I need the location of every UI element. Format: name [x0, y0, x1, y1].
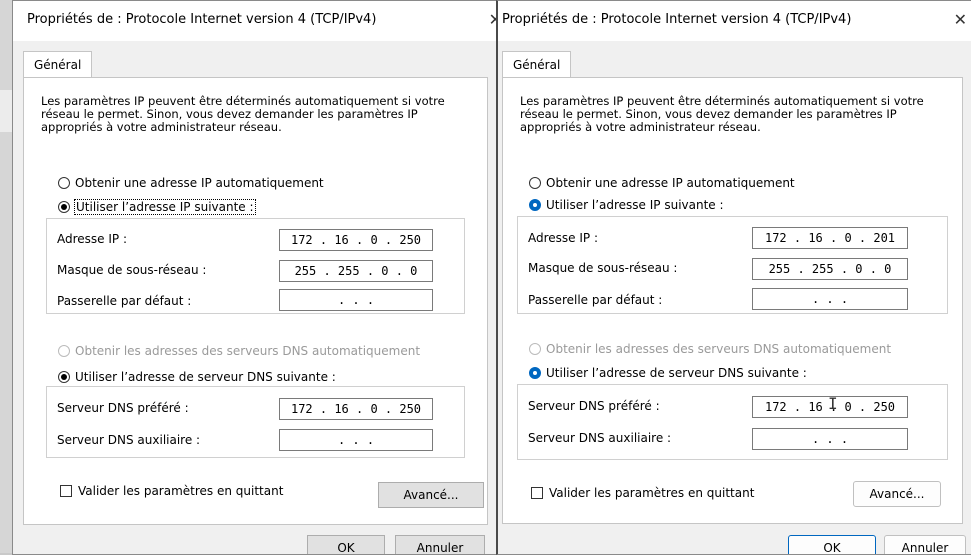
dns-auxiliary-label: Serveur DNS auxiliaire : [57, 433, 201, 447]
gateway-input[interactable]: . . . [752, 288, 908, 310]
ip-address-row: Adresse IP : 172 . 16 . 0 . 250 [57, 226, 454, 252]
ip-settings-group: Adresse IP : 172 . 16 . 0 . 201 Masque d… [517, 216, 948, 314]
validate-label: Valider les paramètres en quittant [78, 484, 284, 498]
radio-dns-auto[interactable]: Obtenir les adresses des serveurs DNS au… [529, 342, 891, 356]
gateway-row: Passerelle par défaut : . . . [57, 288, 454, 314]
radio-button[interactable] [58, 177, 70, 189]
dns-preferred-row: Serveur DNS préféré : 172 . 16 . 0 . 250 [528, 393, 937, 419]
dns-settings-group: Serveur DNS préféré : 172 . 16 . 0 . 250… [517, 384, 948, 460]
radio-dns-manual[interactable]: Utiliser l’adresse de serveur DNS suivan… [529, 366, 807, 380]
radio-button[interactable] [529, 177, 541, 189]
validate-label: Valider les paramètres en quittant [549, 486, 755, 500]
dns-auxiliary-row: Serveur DNS auxiliaire : . . . [528, 425, 937, 451]
advanced-button[interactable]: Avancé... [853, 481, 941, 507]
radio-dns-manual[interactable]: Utiliser l’adresse de serveur DNS suivan… [58, 370, 336, 384]
subnet-mask-input[interactable]: 255 . 255 . 0 . 0 [752, 258, 908, 280]
intro-text: Les paramètres IP peuvent être déterminé… [520, 94, 924, 134]
dns-auxiliary-input[interactable]: . . . [752, 428, 908, 450]
gateway-label: Passerelle par défaut : [528, 293, 663, 307]
ip-address-input[interactable]: 172 . 16 . 0 . 250 [279, 229, 433, 251]
subnet-mask-row: Masque de sous-réseau : 255 . 255 . 0 . … [528, 255, 937, 281]
radio-button-selected[interactable] [529, 199, 541, 211]
subnet-mask-input[interactable]: 255 . 255 . 0 . 0 [279, 260, 433, 282]
subnet-mask-label: Masque de sous-réseau : [528, 261, 678, 275]
title-bar: Propriétés de : Protocole Internet versi… [498, 1, 971, 41]
subnet-mask-row: Masque de sous-réseau : 255 . 255 . 0 . … [57, 257, 454, 283]
radio-ip-manual-label: Utiliser l’adresse IP suivante : [74, 199, 256, 215]
radio-ip-manual[interactable]: Utiliser l’adresse IP suivante : [529, 198, 724, 212]
validate-checkbox[interactable] [531, 487, 543, 499]
radio-dns-manual-label: Utiliser l’adresse de serveur DNS suivan… [75, 370, 336, 384]
dns-auxiliary-input[interactable]: . . . [279, 429, 433, 451]
ok-button[interactable]: OK [307, 535, 385, 554]
radio-ip-auto[interactable]: Obtenir une adresse IP automatiquement [58, 176, 324, 190]
radio-button-selected[interactable] [58, 201, 70, 213]
tab-general[interactable]: Général [23, 51, 93, 78]
ip-address-label: Adresse IP : [528, 231, 599, 245]
ipv4-properties-dialog-right: Propriétés de : Protocole Internet versi… [496, 0, 971, 555]
radio-ip-auto[interactable]: Obtenir une adresse IP automatiquement [529, 176, 795, 190]
close-icon[interactable]: ✕ [954, 10, 967, 29]
gateway-label: Passerelle par défaut : [57, 294, 192, 308]
tab-general[interactable]: Général [502, 51, 572, 78]
radio-button-selected[interactable] [58, 371, 70, 383]
dns-auxiliary-row: Serveur DNS auxiliaire : . . . [57, 427, 454, 453]
intro-text: Les paramètres IP peuvent être déterminé… [41, 94, 445, 134]
gateway-input[interactable]: . . . [279, 289, 433, 311]
ip-settings-group: Adresse IP : 172 . 16 . 0 . 250 Masque d… [46, 218, 465, 314]
validate-settings-checkbox-row[interactable]: Valider les paramètres en quittant [531, 486, 754, 500]
ip-address-row: Adresse IP : 172 . 16 . 0 . 201 [528, 225, 937, 251]
cancel-button[interactable]: Annuler [395, 535, 485, 554]
ip-address-input[interactable]: 172 . 16 . 0 . 201 [752, 227, 908, 249]
dialog-title: Propriétés de : Protocole Internet versi… [27, 12, 377, 27]
radio-button-disabled[interactable] [529, 343, 541, 355]
advanced-button[interactable]: Avancé... [378, 482, 484, 508]
radio-dns-manual-label: Utiliser l’adresse de serveur DNS suivan… [546, 366, 807, 380]
dns-settings-group: Serveur DNS préféré : 172 . 16 . 0 . 250… [46, 386, 465, 458]
dns-preferred-label: Serveur DNS préféré : [57, 401, 189, 415]
subnet-mask-label: Masque de sous-réseau : [57, 263, 207, 277]
radio-ip-auto-label: Obtenir une adresse IP automatiquement [546, 176, 795, 190]
gateway-row: Passerelle par défaut : . . . [528, 287, 937, 313]
dns-preferred-label: Serveur DNS préféré : [528, 399, 660, 413]
radio-dns-auto[interactable]: Obtenir les adresses des serveurs DNS au… [58, 344, 420, 358]
radio-dns-auto-label: Obtenir les adresses des serveurs DNS au… [75, 344, 421, 358]
cancel-button[interactable]: Annuler [884, 535, 966, 554]
validate-settings-checkbox-row[interactable]: Valider les paramètres en quittant [60, 484, 283, 498]
radio-button-selected[interactable] [529, 367, 541, 379]
general-panel: Les paramètres IP peuvent être déterminé… [502, 77, 963, 524]
title-bar: Propriétés de : Protocole Internet versi… [13, 1, 496, 41]
validate-checkbox[interactable] [60, 485, 72, 497]
dialog-title: Propriétés de : Protocole Internet versi… [502, 12, 852, 27]
dns-auxiliary-label: Serveur DNS auxiliaire : [528, 431, 672, 445]
ip-address-label: Adresse IP : [57, 232, 128, 246]
radio-ip-manual[interactable]: Utiliser l’adresse IP suivante : [58, 199, 256, 215]
radio-button-disabled[interactable] [58, 345, 70, 357]
text-cursor-icon: I [828, 394, 838, 413]
ipv4-properties-dialog-left: Propriétés de : Protocole Internet versi… [12, 0, 497, 555]
dns-preferred-row: Serveur DNS préféré : 172 . 16 . 0 . 250 [57, 395, 454, 421]
ok-button[interactable]: OK [788, 535, 876, 554]
dns-preferred-input[interactable]: 172 . 16 . 0 . 250 [279, 398, 433, 420]
radio-ip-auto-label: Obtenir une adresse IP automatiquement [75, 176, 324, 190]
general-panel: Les paramètres IP peuvent être déterminé… [23, 77, 488, 525]
radio-dns-auto-label: Obtenir les adresses des serveurs DNS au… [546, 342, 892, 356]
radio-ip-manual-label: Utiliser l’adresse IP suivante : [546, 198, 724, 212]
